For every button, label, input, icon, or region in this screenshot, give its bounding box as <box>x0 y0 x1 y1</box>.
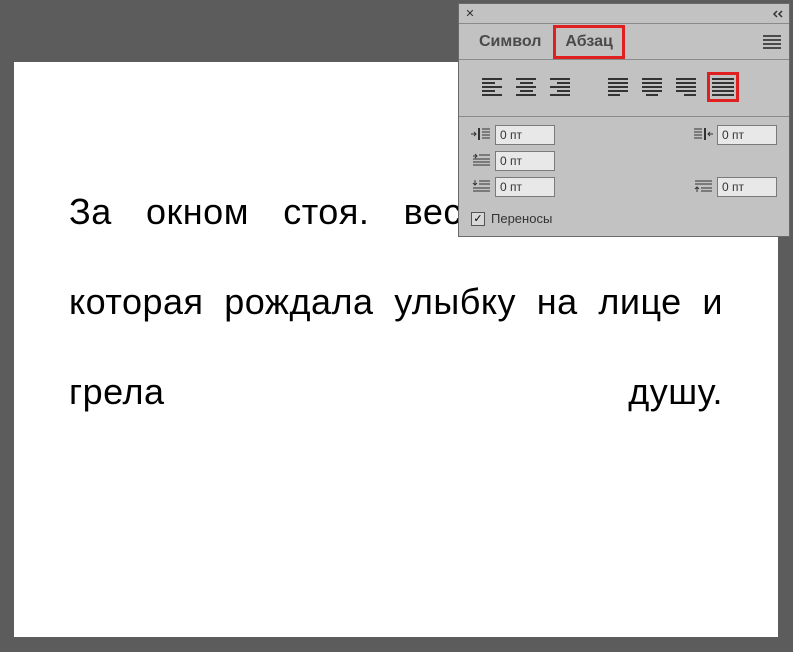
indent-right-icon <box>693 126 713 144</box>
panel-menu-icon[interactable] <box>763 35 781 49</box>
close-icon[interactable]: ✕ <box>463 7 477 21</box>
indent-right-field <box>693 125 777 145</box>
panel-header: ✕ <box>459 4 789 24</box>
indent-left-icon <box>471 126 491 144</box>
first-line-indent-input[interactable] <box>495 151 555 171</box>
justify-left-button[interactable] <box>605 76 631 98</box>
hyphenation-row: ✓ Переносы <box>459 207 789 236</box>
align-left-button[interactable] <box>479 76 505 98</box>
space-before-input[interactable] <box>495 177 555 197</box>
first-line-indent-field <box>471 151 555 171</box>
align-right-button[interactable] <box>547 76 573 98</box>
collapse-icon[interactable] <box>771 7 785 21</box>
hyphenation-checkbox[interactable]: ✓ <box>471 212 485 226</box>
space-after-input[interactable] <box>717 177 777 197</box>
space-before-field <box>471 177 555 197</box>
space-before-icon <box>471 178 491 196</box>
tab-character[interactable]: Символ <box>467 25 553 59</box>
space-after-field <box>693 177 777 197</box>
space-after-icon <box>693 178 713 196</box>
panel-tabs: Символ Абзац <box>459 24 789 60</box>
align-center-button[interactable] <box>513 76 539 98</box>
paragraph-panel: ✕ Символ Абзац <box>458 3 790 237</box>
tab-paragraph[interactable]: Абзац <box>553 25 625 59</box>
justify-all-button[interactable] <box>707 72 739 102</box>
justify-center-button[interactable] <box>639 76 665 98</box>
justify-right-button[interactable] <box>673 76 699 98</box>
indent-left-field <box>471 125 555 145</box>
hyphenation-label: Переносы <box>491 211 552 226</box>
indent-right-input[interactable] <box>717 125 777 145</box>
indent-left-input[interactable] <box>495 125 555 145</box>
first-line-indent-icon <box>471 152 491 170</box>
spacing-section <box>459 117 789 207</box>
alignment-row <box>459 60 789 117</box>
